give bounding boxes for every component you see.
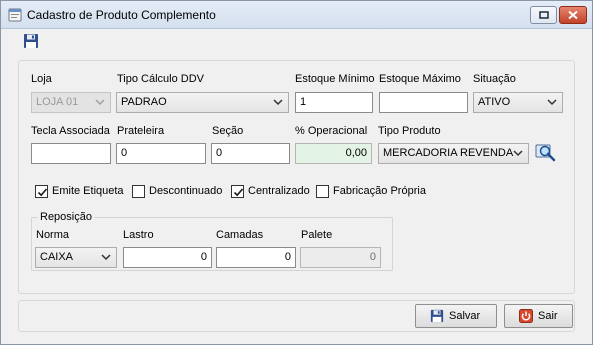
- secao-input[interactable]: 0: [211, 143, 290, 164]
- camadas-input[interactable]: 0: [216, 247, 296, 268]
- search-magnifier-icon[interactable]: [534, 142, 557, 163]
- tipo-produto-select[interactable]: MERCADORIA REVENDA: [378, 143, 529, 164]
- emite-etiqueta-checkbox[interactable]: Emite Etiqueta: [35, 185, 124, 199]
- chevron-down-icon: [101, 254, 111, 261]
- percentual-operacional-label: % Operacional: [295, 125, 368, 137]
- chevron-down-icon: [95, 99, 105, 106]
- power-exit-icon: [519, 309, 533, 323]
- percentual-operacional-input: 0,00: [295, 143, 372, 164]
- floppy-disk-icon[interactable]: [23, 33, 39, 49]
- save-button-label: Salvar: [449, 310, 481, 322]
- loja-label: Loja: [31, 73, 52, 85]
- checkmark-icon: [37, 188, 48, 197]
- estoque-maximo-input[interactable]: [379, 92, 468, 113]
- situacao-select[interactable]: ATIVO: [473, 92, 563, 113]
- tecla-associada-input[interactable]: [31, 143, 111, 164]
- camadas-label: Camadas: [216, 229, 264, 241]
- close-button[interactable]: [559, 6, 587, 24]
- tipo-produto-label: Tipo Produto: [378, 125, 441, 137]
- checkmark-icon: [233, 188, 244, 197]
- estoque-minimo-input[interactable]: 1: [295, 92, 373, 113]
- palete-input: 0: [300, 247, 381, 268]
- tecla-associada-label: Tecla Associada: [31, 125, 110, 137]
- chevron-down-icon: [513, 150, 523, 157]
- secao-label: Seção: [212, 125, 244, 137]
- window-title: Cadastro de Produto Complemento: [27, 8, 216, 22]
- estoque-minimo-label: Estoque Mínimo: [295, 73, 375, 85]
- exit-button-label: Sair: [538, 310, 558, 322]
- tipo-calculo-ddv-select[interactable]: PADRAO: [116, 92, 289, 113]
- form-window: Cadastro de Produto Complemento Loja LOJ…: [0, 0, 593, 345]
- exit-button[interactable]: Sair: [504, 304, 573, 328]
- norma-label: Norma: [36, 229, 70, 241]
- lastro-input[interactable]: 0: [123, 247, 212, 268]
- situacao-label: Situação: [473, 73, 516, 85]
- norma-select[interactable]: CAIXA: [35, 247, 117, 268]
- palete-label: Palete: [301, 229, 333, 241]
- reposicao-title: Reposição: [38, 211, 94, 223]
- app-form-icon: [8, 8, 22, 22]
- floppy-disk-icon: [430, 309, 444, 323]
- chevron-down-icon: [547, 99, 557, 106]
- centralizado-checkbox[interactable]: Centralizado: [231, 185, 311, 199]
- descontinuado-checkbox[interactable]: Descontinuado: [132, 185, 224, 199]
- prateleira-input[interactable]: 0: [116, 143, 206, 164]
- save-button[interactable]: Salvar: [415, 304, 497, 328]
- close-icon: [568, 10, 578, 20]
- loja-select: LOJA 01: [31, 92, 111, 113]
- chevron-down-icon: [273, 99, 283, 106]
- title-bar: Cadastro de Produto Complemento: [1, 1, 592, 29]
- tipo-calculo-ddv-label: Tipo Cálculo DDV: [117, 73, 205, 85]
- prateleira-label: Prateleira: [117, 125, 165, 137]
- restore-icon: [538, 11, 549, 19]
- estoque-maximo-label: Estoque Máximo: [379, 73, 461, 85]
- fabricacao-propria-checkbox[interactable]: Fabricação Própria: [316, 185, 426, 199]
- lastro-label: Lastro: [123, 229, 154, 241]
- restore-button[interactable]: [530, 6, 557, 24]
